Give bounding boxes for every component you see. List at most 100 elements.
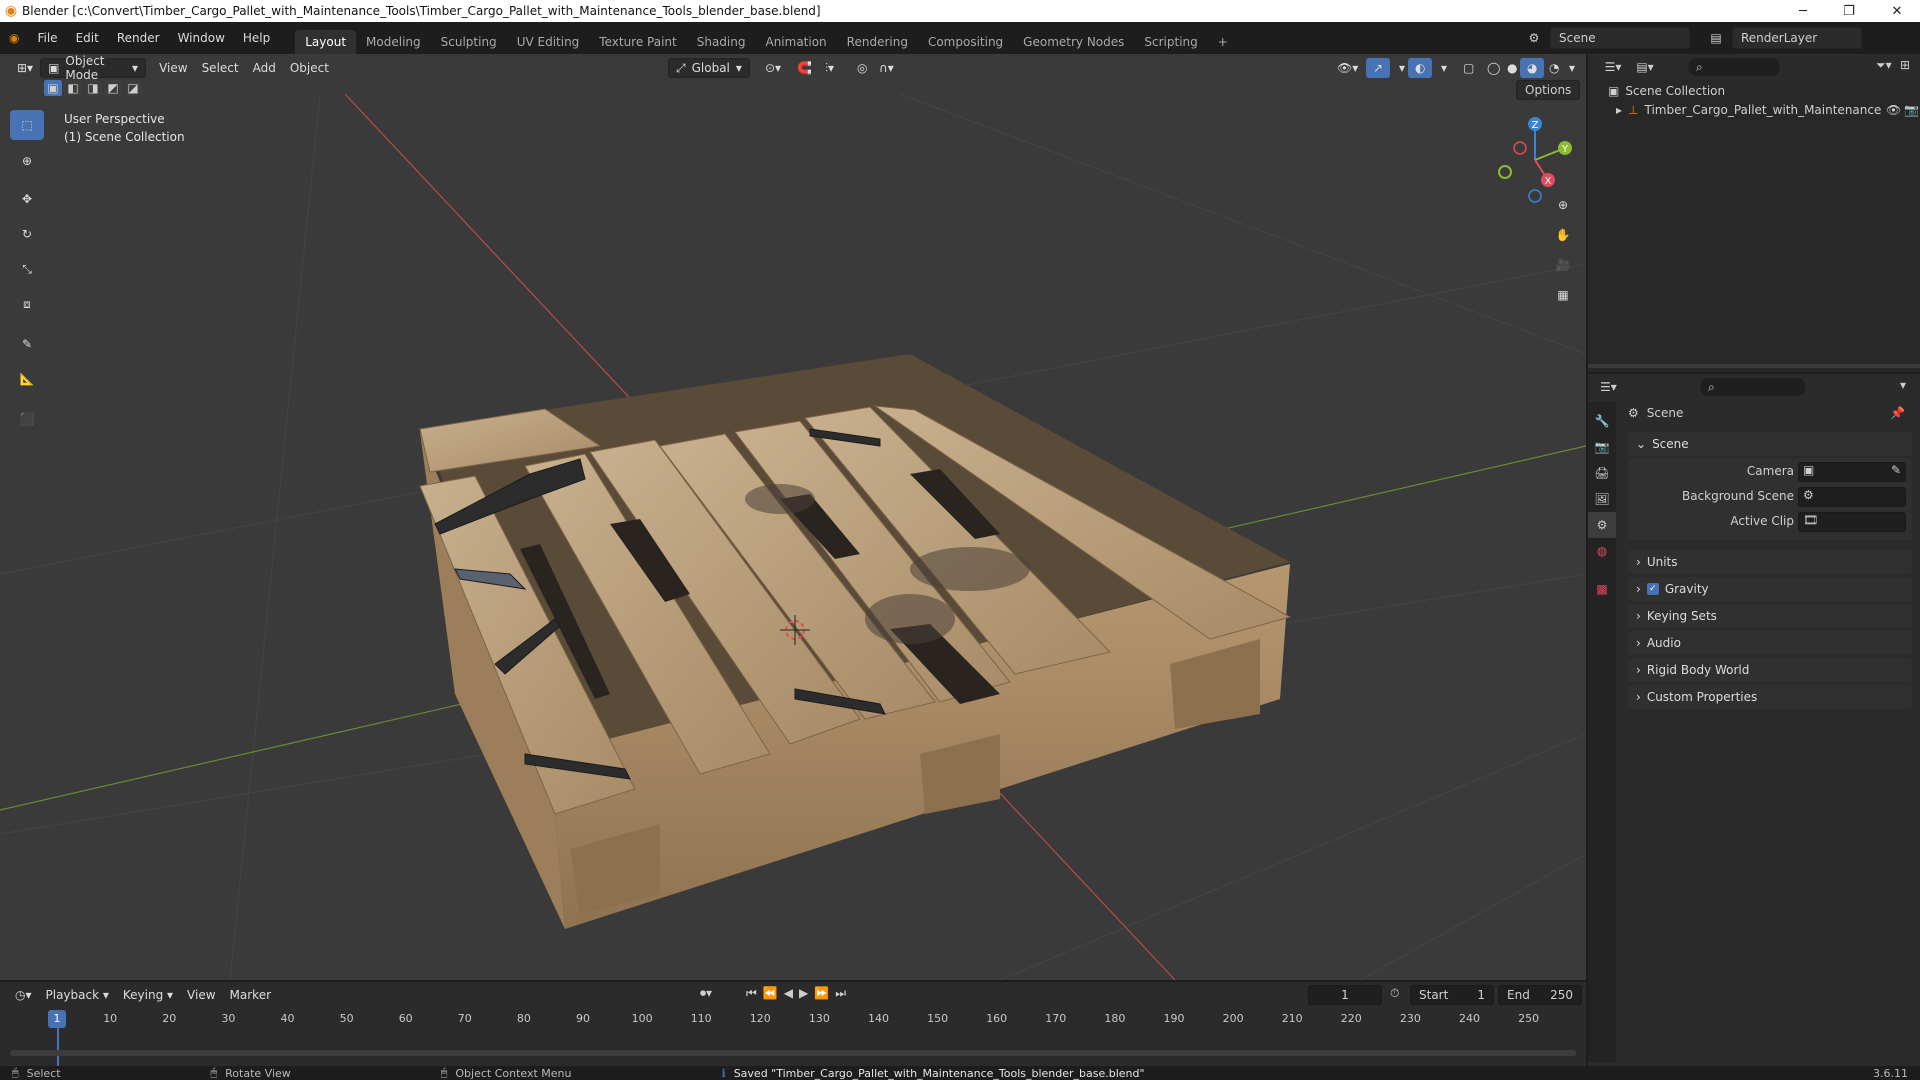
xray-icon[interactable]: ▢: [1456, 58, 1481, 78]
material-shading-icon[interactable]: ◕: [1520, 58, 1545, 78]
add-workspace-button[interactable]: +: [1208, 30, 1238, 54]
rigid-body-world-panel-header[interactable]: › Rigid Body World: [1628, 658, 1912, 682]
properties-options-icon[interactable]: ▾: [1900, 378, 1906, 392]
gravity-checkbox[interactable]: ✓: [1646, 583, 1659, 595]
select-new-icon[interactable]: ▣: [44, 80, 62, 96]
tab-rendering[interactable]: Rendering: [837, 30, 918, 54]
rotate-tool-icon[interactable]: ↻: [10, 219, 44, 249]
outliner-editor-type-icon[interactable]: ☰▾: [1600, 60, 1626, 74]
texture-tab-icon[interactable]: ▩: [1588, 576, 1616, 602]
menu-object[interactable]: Object: [283, 58, 336, 78]
overlays-dropdown-icon[interactable]: ▾: [1434, 58, 1454, 78]
tool-tab-icon[interactable]: 🔧: [1588, 408, 1616, 434]
shading-dropdown-icon[interactable]: ▾: [1562, 58, 1582, 78]
properties-search-input[interactable]: ⌕: [1700, 378, 1806, 396]
pallet-model[interactable]: [419, 354, 1292, 929]
gravity-panel-header[interactable]: › ✓ Gravity: [1628, 577, 1912, 601]
outliner-root-row[interactable]: ▣ Scene Collection: [1608, 84, 1725, 98]
overlays-icon[interactable]: ◐: [1408, 58, 1433, 78]
visibility-icon[interactable]: 👁▾: [1330, 58, 1365, 78]
tab-layout[interactable]: Layout: [295, 30, 357, 54]
output-tab-icon[interactable]: 🖨: [1588, 460, 1616, 486]
snap-icon[interactable]: 🧲: [790, 58, 819, 78]
audio-panel-header[interactable]: › Audio: [1628, 631, 1912, 655]
menu-edit[interactable]: Edit: [67, 22, 108, 54]
expand-arrow-icon[interactable]: ▸: [1616, 103, 1622, 117]
timeline-scrollbar[interactable]: [10, 1050, 1576, 1056]
tab-sculpting[interactable]: Sculpting: [431, 30, 507, 54]
snap-target-icon[interactable]: ⫶▾: [818, 58, 841, 78]
gizmo-toggle-icon[interactable]: ↗: [1366, 58, 1391, 78]
menu-window[interactable]: Window: [169, 22, 234, 54]
menu-help[interactable]: Help: [234, 22, 279, 54]
camera-view-icon[interactable]: 🎥: [1550, 252, 1576, 278]
transform-tool-icon[interactable]: ⧈: [10, 289, 44, 319]
transform-orientation-selector[interactable]: ⤢ Global ▾: [668, 58, 750, 78]
render-layer-selector[interactable]: RenderLayer: [1732, 27, 1862, 49]
pan-hand-icon[interactable]: ✋: [1550, 222, 1576, 248]
close-button[interactable]: ✕: [1874, 0, 1920, 22]
menu-add[interactable]: Add: [246, 58, 283, 78]
select-box-tool-icon[interactable]: ⬚: [10, 110, 44, 140]
render-layer-icon[interactable]: ▤: [1706, 31, 1726, 45]
proportional-edit-icon[interactable]: ◎: [850, 58, 874, 78]
zoom-icon[interactable]: ⊕: [1550, 192, 1576, 218]
background-scene-field[interactable]: ⚙: [1798, 487, 1906, 507]
menu-render[interactable]: Render: [108, 22, 169, 54]
menu-file[interactable]: File: [28, 22, 66, 54]
render-tab-icon[interactable]: 📷: [1588, 434, 1616, 460]
select-extend-icon[interactable]: ◧: [64, 80, 82, 96]
falloff-icon[interactable]: ∩▾: [872, 58, 901, 78]
move-tool-icon[interactable]: ✥: [10, 184, 44, 214]
annotate-tool-icon[interactable]: ✎: [10, 329, 44, 359]
playhead-frame-marker[interactable]: 1: [48, 1010, 66, 1028]
scene-icon[interactable]: ⚙: [1524, 31, 1544, 45]
display-mode-icon[interactable]: ▤▾: [1632, 60, 1658, 74]
outliner-search-input[interactable]: ⌕: [1688, 58, 1780, 76]
tab-uv-editing[interactable]: UV Editing: [507, 30, 590, 54]
menu-select[interactable]: Select: [195, 58, 246, 78]
tab-texture-paint[interactable]: Texture Paint: [589, 30, 686, 54]
select-invert-icon[interactable]: ◩: [104, 80, 122, 96]
add-cube-tool-icon[interactable]: ⬛: [10, 404, 44, 434]
outliner-scrollbar[interactable]: [1588, 364, 1920, 368]
render-camera-icon[interactable]: 📷: [1904, 103, 1919, 117]
tab-animation[interactable]: Animation: [755, 30, 836, 54]
blender-menu-icon[interactable]: ◉: [0, 22, 28, 54]
measure-tool-icon[interactable]: 📐: [10, 364, 44, 394]
camera-field[interactable]: ▣ ✎: [1798, 462, 1906, 482]
pin-icon[interactable]: 📌: [1890, 406, 1905, 420]
outliner-item-row[interactable]: ▸ ⊥ Timber_Cargo_Pallet_with_Maintenance…: [1616, 103, 1919, 117]
select-intersect-icon[interactable]: ◪: [124, 80, 142, 96]
tab-modeling[interactable]: Modeling: [356, 30, 431, 54]
minimize-button[interactable]: ─: [1780, 0, 1826, 22]
options-button[interactable]: Options: [1516, 80, 1581, 100]
world-tab-icon[interactable]: ◍: [1588, 538, 1616, 564]
scene-tab-icon[interactable]: ⚙: [1588, 512, 1616, 538]
scene-selector[interactable]: Scene: [1550, 27, 1690, 49]
mode-selector[interactable]: ▣ Object Mode ▾: [40, 54, 147, 82]
menu-view[interactable]: View: [152, 58, 194, 78]
tab-scripting[interactable]: Scripting: [1134, 30, 1207, 54]
eye-visibility-icon[interactable]: 👁: [1886, 103, 1901, 117]
cursor-tool-icon[interactable]: ⊕: [10, 146, 44, 176]
properties-editor-type-icon[interactable]: ☰▾: [1600, 380, 1617, 394]
select-subtract-icon[interactable]: ◨: [84, 80, 102, 96]
tab-compositing[interactable]: Compositing: [918, 30, 1013, 54]
editor-type-icon[interactable]: ⊞▾: [10, 58, 40, 78]
tab-geometry-nodes[interactable]: Geometry Nodes: [1013, 30, 1134, 54]
scene-panel-header[interactable]: ⌄ Scene: [1628, 432, 1912, 456]
filter-icon[interactable]: ⏷▾: [1876, 58, 1892, 73]
scale-tool-icon[interactable]: ⤡: [10, 254, 44, 284]
eyedropper-icon[interactable]: ✎: [1891, 463, 1901, 477]
custom-properties-panel-header[interactable]: › Custom Properties: [1628, 685, 1912, 709]
view-layer-tab-icon[interactable]: 🖼: [1588, 486, 1616, 512]
3d-viewport[interactable]: ⊞▾ ▣ Object Mode ▾ View Select Add Objec…: [0, 54, 1586, 980]
maximize-button[interactable]: ❐: [1826, 0, 1872, 22]
pivot-point-icon[interactable]: ⊙▾: [758, 58, 788, 78]
viewport-scene[interactable]: [0, 54, 1586, 980]
tab-shading[interactable]: Shading: [687, 30, 756, 54]
new-collection-icon[interactable]: ⊞: [1900, 58, 1910, 72]
units-panel-header[interactable]: › Units: [1628, 550, 1912, 574]
keying-sets-panel-header[interactable]: › Keying Sets: [1628, 604, 1912, 628]
